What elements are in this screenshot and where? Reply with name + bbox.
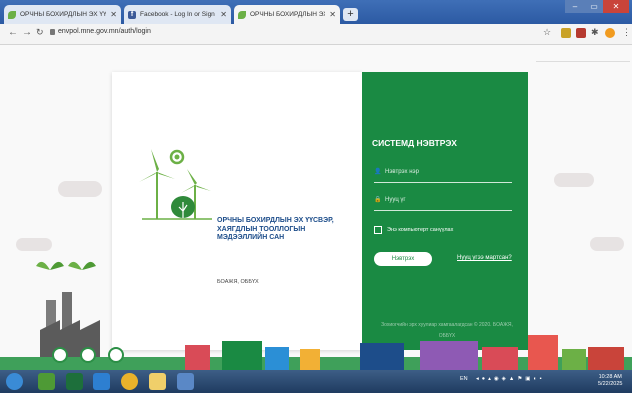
checkbox-box[interactable] bbox=[374, 226, 382, 234]
username-placeholder: Нэвтрэх нэр bbox=[385, 169, 419, 175]
clock[interactable]: 10:28 AM 5/22/2025 bbox=[598, 374, 622, 388]
excel-icon[interactable] bbox=[66, 373, 83, 390]
folder-icon[interactable] bbox=[149, 373, 166, 390]
url-input[interactable]: envpol.mne.gov.mn/auth/login bbox=[58, 28, 151, 35]
lock-icon bbox=[50, 29, 55, 35]
app-icon[interactable] bbox=[93, 373, 110, 390]
language-indicator[interactable]: EN bbox=[460, 376, 468, 382]
minimize-button[interactable]: ‒ bbox=[565, 0, 585, 13]
top-right-strip bbox=[536, 51, 630, 62]
org-name-line: ХАЯГДЛЫН ТООЛЛОГЫН bbox=[217, 225, 306, 233]
leaf-icon bbox=[8, 10, 16, 19]
maximize-button[interactable]: ▭ bbox=[585, 0, 603, 13]
puzzle-icon[interactable]: ✱ bbox=[591, 27, 599, 38]
tab-title: Facebook - Log In or Sign Up bbox=[140, 11, 216, 18]
start-icon[interactable] bbox=[6, 373, 23, 390]
wind-turbine-logo-icon bbox=[139, 149, 212, 220]
browser-tab-2[interactable]: f Facebook - Log In or Sign Up ✕ bbox=[124, 5, 231, 24]
cloud-decoration bbox=[554, 173, 594, 187]
close-window-button[interactable]: ✕ bbox=[603, 0, 629, 13]
new-tab-button[interactable]: + bbox=[343, 8, 358, 21]
extension-icon[interactable] bbox=[576, 28, 586, 38]
page-background: ОРЧНЫ БОХИРДЛЫН ЭХ ҮҮСВЭР, ХАЯГДЛЫН ТООЛ… bbox=[0, 45, 632, 370]
city-skyline-illustration bbox=[0, 335, 632, 370]
menu-icon[interactable]: ⋮ bbox=[622, 27, 631, 38]
remember-checkbox[interactable]: Энэ компьютерт санүүлах bbox=[374, 226, 453, 234]
login-card: СИСТЕМД НЭВТРЭХ 👤 Нэвтрэх нэр 🔒 Нууц үг Эн… bbox=[362, 72, 528, 350]
org-name: ОРЧНЫ БОХИРДЛЫН ЭХ ҮҮСВЭР, ХАЯГДЛЫН ТООЛ… bbox=[217, 217, 352, 243]
clock-time: 10:28 AM bbox=[598, 374, 622, 380]
profile-icon[interactable] bbox=[605, 28, 615, 38]
reload-icon[interactable]: ↻ bbox=[36, 27, 44, 38]
chrome-icon[interactable] bbox=[121, 373, 138, 390]
browser-tab-1[interactable]: ОРЧНЫ БОХИРДЛЫН ЭХ ҮҮСВЭ ✕ bbox=[4, 5, 121, 24]
leaf-icon bbox=[238, 10, 246, 19]
remember-label: Энэ компьютерт санүүлах bbox=[387, 227, 454, 233]
lock-icon: 🔒 bbox=[374, 197, 382, 203]
password-placeholder: Нууц үг bbox=[385, 197, 406, 203]
system-tray-icons[interactable]: ◂●▴◉◈▲⚑▣◐▪ bbox=[476, 376, 545, 382]
login-button[interactable]: Нэвтрэх bbox=[374, 252, 432, 266]
username-field[interactable]: 👤 Нэвтрэх нэр bbox=[374, 168, 512, 183]
browser-tab-bar: ОРЧНЫ БОХИРДЛЫН ЭХ ҮҮСВЭ ✕ f Facebook - … bbox=[0, 0, 632, 24]
cloud-decoration bbox=[590, 237, 624, 251]
cloud-decoration bbox=[58, 181, 102, 197]
ministry-label: БОАЖЯ, ОББҮХ bbox=[217, 279, 259, 285]
app-icon[interactable] bbox=[38, 373, 55, 390]
user-icon: 👤 bbox=[374, 169, 382, 175]
address-bar: ← → ↻ envpol.mne.gov.mn/auth/login ☆ ✱ ⋮ bbox=[0, 24, 632, 45]
tab-title: ОРЧНЫ БОХИРДЛЫН ЭХ ҮҮСВЭ bbox=[20, 11, 107, 18]
forward-icon[interactable]: → bbox=[22, 27, 32, 38]
tab-title: ОРЧНЫ БОХИРДЛЫН ЭХ ҮҮСВЭ bbox=[250, 11, 325, 18]
org-name-line: ОРЧНЫ БОХИРДЛЫН ЭХ ҮҮСВЭР, bbox=[217, 217, 334, 224]
forgot-password-link[interactable]: Нууц үгээ мартсан? bbox=[457, 255, 512, 261]
clock-date: 5/22/2025 bbox=[598, 381, 623, 387]
taskbar: EN ◂●▴◉◈▲⚑▣◐▪ 10:28 AM 5/22/2025 bbox=[0, 370, 632, 393]
extension-icon[interactable] bbox=[561, 28, 571, 38]
copyright-line: Зохиогчийн эрх хуулиар хамгаалагдсан © 2… bbox=[381, 322, 513, 328]
browser-tab-3[interactable]: ОРЧНЫ БОХИРДЛЫН ЭХ ҮҮСВЭ ✕ bbox=[234, 5, 340, 24]
password-field[interactable]: 🔒 Нууц үг bbox=[374, 196, 512, 211]
close-icon[interactable]: ✕ bbox=[329, 10, 336, 19]
info-card: ОРЧНЫ БОХИРДЛЫН ЭХ ҮҮСВЭР, ХАЯГДЛЫН ТООЛ… bbox=[112, 72, 362, 350]
bookmark-star-icon[interactable]: ☆ bbox=[543, 27, 551, 38]
close-icon[interactable]: ✕ bbox=[110, 10, 117, 19]
close-icon[interactable]: ✕ bbox=[220, 10, 227, 19]
org-name-line: МЭДЭЭЛЛИЙН САН bbox=[217, 234, 285, 241]
back-icon[interactable]: ← bbox=[8, 27, 18, 38]
facebook-icon: f bbox=[128, 10, 136, 19]
app-icon[interactable] bbox=[177, 373, 194, 390]
login-title: СИСТЕМД НЭВТРЭХ bbox=[372, 138, 457, 148]
